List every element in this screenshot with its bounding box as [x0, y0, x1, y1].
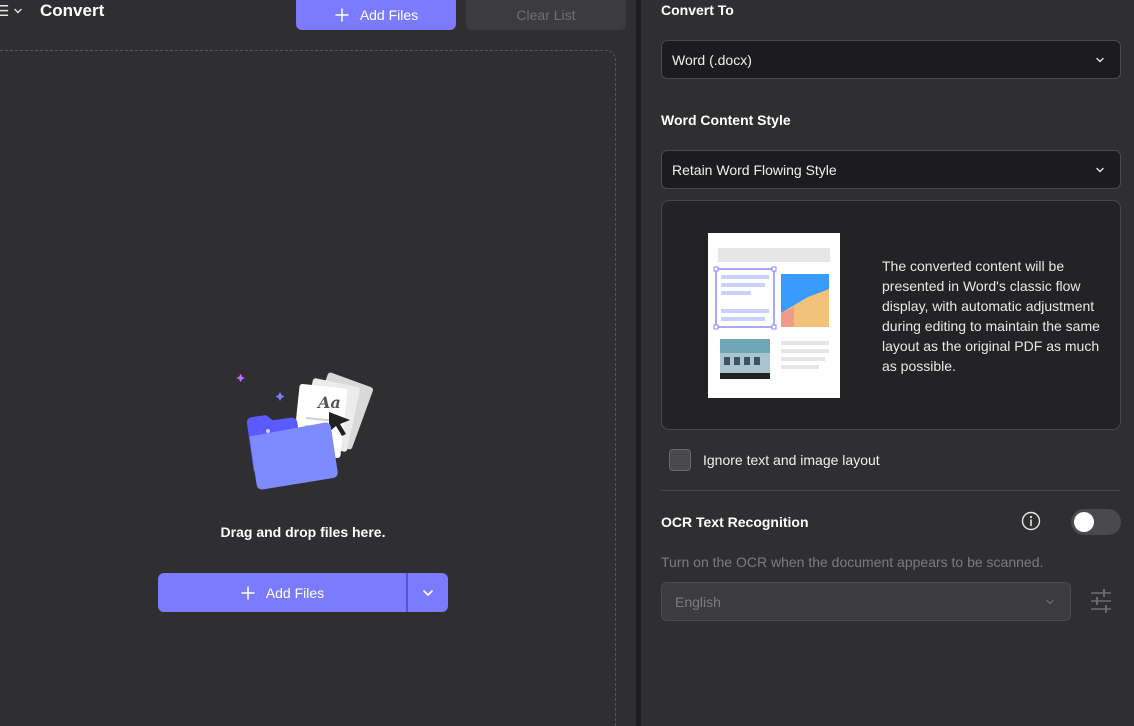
- convert-to-value: Word (.docx): [672, 51, 752, 68]
- file-list-pane: ☰ Convert Add Files Clear List Aa Drag a…: [0, 0, 636, 726]
- ocr-toggle[interactable]: [1071, 509, 1121, 535]
- chevron-down-icon: [423, 589, 433, 596]
- content-style-label: Word Content Style: [661, 112, 791, 128]
- chevron-down-icon: [1096, 57, 1104, 62]
- ignore-layout-label: Ignore text and image layout: [703, 452, 880, 468]
- chevron-down-icon: [14, 8, 23, 14]
- add-files-main-label: Add Files: [265, 584, 325, 601]
- clear-list-label: Clear List: [516, 7, 576, 23]
- ocr-language-select[interactable]: English: [661, 582, 1071, 621]
- clear-list-button[interactable]: Clear List: [466, 0, 626, 30]
- content-style-value: Retain Word Flowing Style: [672, 161, 837, 178]
- conversion-settings-pane: Convert To Word (.docx) Word Content Sty…: [641, 0, 1134, 726]
- add-files-label: Add Files: [359, 7, 419, 23]
- app-root: ☰ Convert Add Files Clear List Aa Drag a…: [0, 0, 1134, 726]
- page-title: Convert: [40, 1, 105, 20]
- folder-files-icon: Aa: [236, 372, 373, 490]
- style-description: The converted content will be presented …: [882, 258, 1100, 374]
- convert-to-select[interactable]: Word (.docx): [661, 40, 1121, 79]
- plus-icon: [335, 8, 349, 22]
- menu-icon: ☰: [0, 2, 10, 20]
- convert-to-label: Convert To: [661, 2, 734, 18]
- chevron-down-icon: [1046, 599, 1054, 604]
- ignore-layout-option[interactable]: Ignore text and image layout: [669, 449, 880, 471]
- illustration-text: Aa: [316, 393, 341, 412]
- info-icon[interactable]: [1021, 511, 1041, 531]
- ocr-language-value: English: [675, 593, 721, 610]
- add-files-button[interactable]: Add Files: [296, 0, 456, 30]
- add-files-split-button: Add Files: [158, 573, 448, 612]
- document-preview-image: [708, 233, 840, 398]
- drop-instructions: Drag and drop files here.: [220, 524, 386, 540]
- content-style-select[interactable]: Retain Word Flowing Style: [661, 150, 1121, 189]
- toggle-knob: [1074, 512, 1094, 532]
- ocr-label: OCR Text Recognition: [661, 514, 809, 530]
- menu-button[interactable]: ☰: [0, 0, 23, 22]
- add-files-main-button[interactable]: Add Files: [158, 573, 406, 612]
- plus-icon: [241, 585, 255, 600]
- add-files-dropdown-button[interactable]: [408, 573, 448, 612]
- ignore-layout-checkbox[interactable]: [669, 449, 691, 471]
- section-divider: [661, 490, 1121, 491]
- style-preview-card: The converted content will be presented …: [661, 200, 1121, 430]
- ocr-hint: Turn on the OCR when the document appear…: [661, 554, 1044, 570]
- sliders-icon[interactable]: [1089, 588, 1113, 614]
- chevron-down-icon: [1096, 167, 1104, 172]
